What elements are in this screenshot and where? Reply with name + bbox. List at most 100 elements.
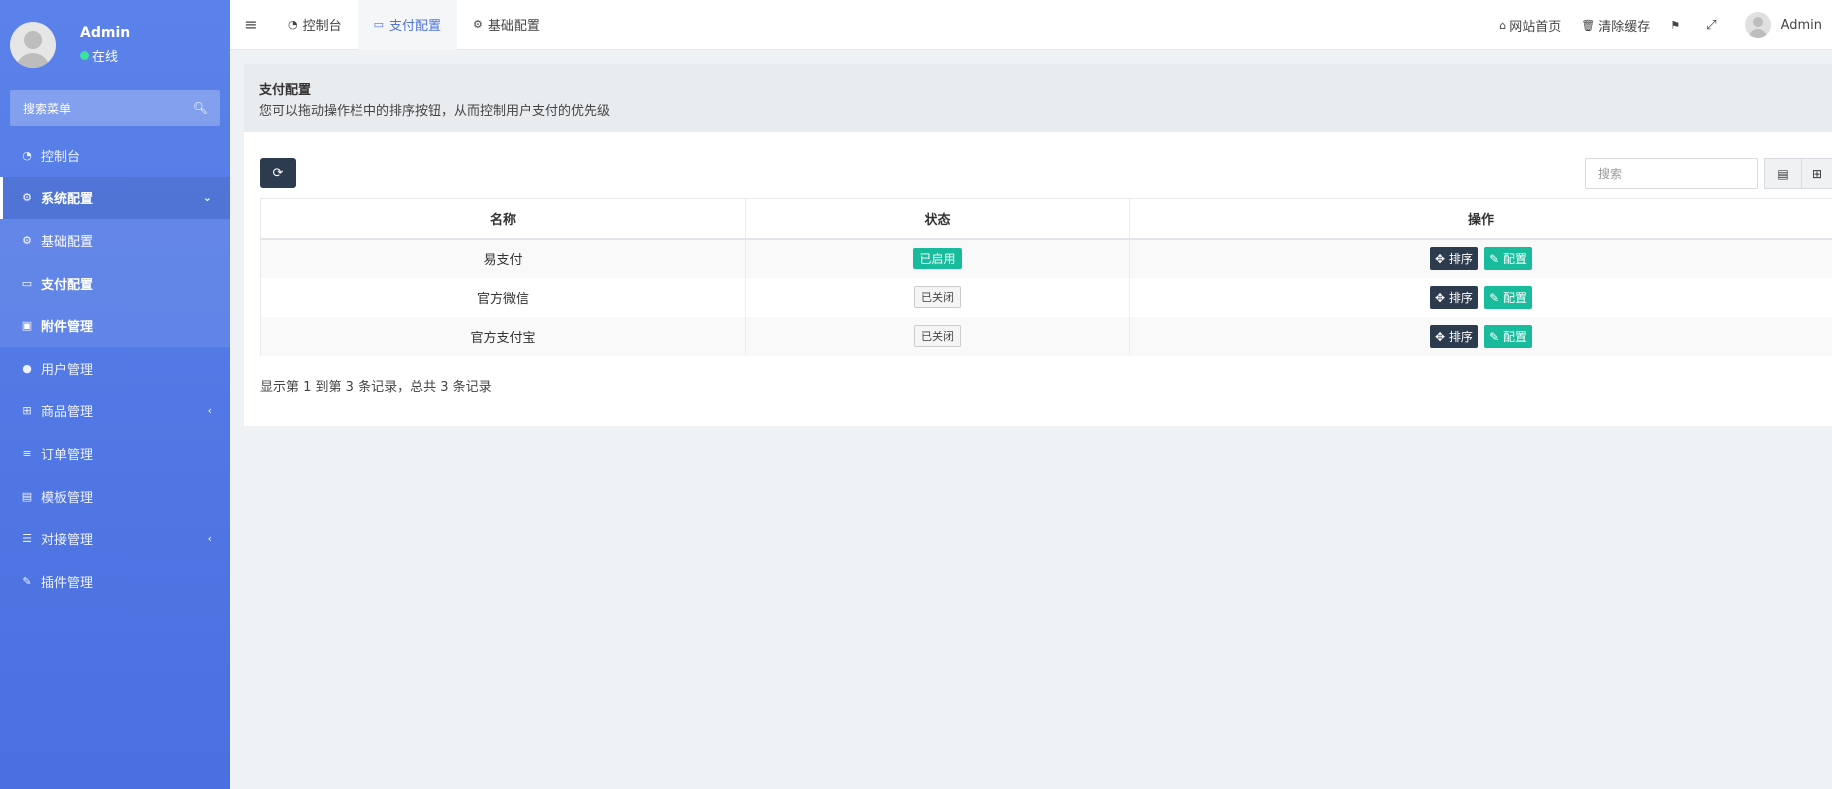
cart-icon: ⊞ — [22, 404, 32, 418]
credit-card-icon: ▭ — [21, 276, 33, 290]
sidebar-toggle-icon[interactable]: ≡ — [230, 15, 272, 34]
sidebar-item-plugins[interactable]: ✎ 插件管理 — [0, 560, 230, 603]
sort-button[interactable]: ✥ 排序 — [1430, 324, 1478, 348]
chevron-down-icon: ⌄ — [202, 191, 212, 205]
pagination-info: 显示第 1 到第 3 条记录，总共 3 条记录 — [260, 380, 492, 395]
user-name: Admin — [80, 25, 131, 41]
pencil-icon: ✎ — [1489, 329, 1500, 344]
sidebar-item-templates[interactable]: ▤ 模板管理 — [0, 475, 230, 518]
move-icon: ✥ — [1435, 252, 1446, 266]
sort-button[interactable]: ✥ 排序 — [1430, 285, 1478, 309]
sidebar-item-label: 附件管理 — [41, 320, 94, 336]
tab-payment-config[interactable]: ▭ 支付配置 — [357, 0, 458, 50]
sidebar-item-orders[interactable]: ≡ 订单管理 — [0, 432, 230, 475]
table-header-row: 名称 状态 操作 — [260, 198, 1832, 240]
sidebar-item-label: 基础配置 — [41, 234, 94, 250]
status-badge[interactable]: 已关闭 — [914, 325, 961, 347]
table-search-placeholder: 搜索 — [1598, 167, 1623, 181]
table-search-input[interactable]: 搜索 — [1585, 158, 1758, 189]
status-badge[interactable]: 已关闭 — [914, 286, 961, 308]
sidebar-item-label: 对接管理 — [41, 533, 94, 549]
tab-label: 控制台 — [302, 19, 342, 34]
move-icon: ✥ — [1435, 329, 1446, 344]
table-row: 官方微信 已关闭 ✥ 排序 ✎ 配置 — [260, 277, 1832, 317]
home-icon: ⌂ — [1499, 18, 1507, 32]
config-button[interactable]: ✎ 配置 — [1484, 285, 1532, 309]
user-menu[interactable]: Admin — [1733, 12, 1832, 38]
refresh-button[interactable]: ⟳ — [260, 158, 296, 188]
sidebar-item-label: 用户管理 — [41, 362, 94, 378]
site-home-link[interactable]: ⌂ 网站首页 — [1489, 16, 1571, 35]
dashboard-icon: ◔ — [22, 148, 32, 162]
tab-label: 基础配置 — [487, 19, 540, 34]
sidebar-item-label: 支付配置 — [41, 277, 94, 293]
content-header: 支付配置 您可以拖动操作栏中的排序按钮，从而控制用户支付的优先级 — [244, 64, 1832, 132]
sidebar-item-label: 插件管理 — [41, 575, 94, 591]
table-row: 易支付 已启用 ✥ 排序 ✎ 配置 — [260, 238, 1832, 278]
submenu-system-config: ⚙ 基础配置 ▭ 支付配置 ▣ 附件管理 — [0, 219, 230, 347]
columns-button[interactable]: ⊞ — [1801, 158, 1832, 189]
page-description: 您可以拖动操作栏中的排序按钮，从而控制用户支付的优先级 — [259, 104, 611, 119]
user-status: 在线 — [80, 46, 130, 65]
tab-basic-config[interactable]: ⚙ 基础配置 — [457, 0, 556, 50]
top-right-nav: ⌂ 网站首页 🗑︎ 清除缓存 ⚑ ⤢ Admin — [1489, 0, 1832, 50]
chevron-left-icon: ‹ — [207, 404, 212, 418]
config-label: 配置 — [1502, 252, 1527, 266]
list-icon: ≡ — [22, 446, 32, 460]
sidebar-item-integrations[interactable]: ☰ 对接管理 ‹ — [0, 517, 230, 560]
column-header-name[interactable]: 名称 — [260, 198, 746, 240]
config-button[interactable]: ✎ 配置 — [1484, 324, 1532, 348]
user-status-label: 在线 — [92, 50, 119, 65]
sidebar-item-label: 系统配置 — [41, 192, 94, 208]
tab-dashboard[interactable]: ◔ 控制台 — [272, 0, 358, 50]
language-button[interactable]: ⚑ — [1660, 19, 1690, 32]
clear-cache-button[interactable]: 🗑︎ 清除缓存 — [1571, 16, 1660, 35]
site-home-label: 网站首页 — [1509, 19, 1562, 35]
columns-icon: ⊞ — [1811, 166, 1823, 181]
online-dot-icon — [80, 51, 89, 60]
menu-search-input[interactable]: 搜索菜单 🔍︎ — [10, 90, 220, 126]
gear-icon: ⚙ — [473, 18, 483, 31]
tab-label: 支付配置 — [389, 19, 442, 34]
toggle-view-button[interactable]: ▤ — [1764, 158, 1802, 189]
sidebar-item-system-config[interactable]: ⚙ 系统配置 ⌄ — [0, 176, 230, 220]
top-navbar: ≡ ◔ 控制台 ▭ 支付配置 ⚙ 基础配置 ⌂ 网站首页 🗑︎ 清除缓存 ⚑ ⤢… — [230, 0, 1832, 50]
sidebar-item-payment-config[interactable]: ▭ 支付配置 — [0, 262, 230, 305]
sidebar-item-users[interactable]: ● 用户管理 — [0, 347, 230, 390]
row-name: 官方微信 — [260, 277, 746, 317]
sort-label: 排序 — [1448, 290, 1473, 305]
sidebar-menu: ◔ 控制台 ⚙ 系统配置 ⌄ ⚙ 基础配置 ▭ 支付配置 ▣ 附件管理 ● 用户… — [0, 134, 230, 603]
language-icon: ⚑ — [1670, 18, 1681, 32]
sidebar-item-dashboard[interactable]: ◔ 控制台 — [0, 134, 230, 177]
sidebar-item-products[interactable]: ⊞ 商品管理 ‹ — [0, 390, 230, 433]
user-info: Admin 在线 — [80, 25, 130, 65]
chevron-left-icon: ‹ — [207, 532, 212, 546]
sidebar-item-basic-config[interactable]: ⚙ 基础配置 — [0, 219, 230, 262]
sidebar: Admin 在线 搜索菜单 🔍︎ ◔ 控制台 ⚙ 系统配置 ⌄ ⚙ 基础配置 ▭ — [0, 0, 230, 789]
move-icon: ✥ — [1435, 290, 1446, 305]
sidebar-item-attachments[interactable]: ▣ 附件管理 — [0, 304, 230, 347]
user-panel: Admin 在线 — [0, 0, 230, 90]
column-header-status[interactable]: 状态 — [745, 198, 1130, 240]
search-icon[interactable]: 🔍︎ — [193, 101, 208, 115]
status-badge[interactable]: 已启用 — [913, 248, 962, 269]
pencil-icon: ✎ — [1489, 252, 1500, 266]
sort-button[interactable]: ✥ 排序 — [1430, 247, 1478, 270]
user-icon: ● — [22, 361, 32, 375]
clear-cache-label: 清除缓存 — [1598, 19, 1651, 35]
fullscreen-button[interactable]: ⤢ — [1690, 18, 1732, 33]
sidebar-item-label: 商品管理 — [41, 405, 94, 421]
payment-table: 名称 状态 操作 易支付 已启用 ✥ 排序 ✎ 配置 官方微信 已关闭 ✥ 排序… — [260, 198, 1832, 356]
avatar[interactable] — [10, 22, 56, 68]
column-header-actions[interactable]: 操作 — [1129, 198, 1832, 240]
plug-icon: ✎ — [22, 574, 32, 588]
user-menu-name: Admin — [1780, 17, 1822, 33]
gear-icon: ⚙ — [22, 191, 32, 205]
row-name: 易支付 — [260, 238, 746, 278]
refresh-icon: ⟳ — [272, 165, 284, 181]
avatar — [1744, 12, 1771, 38]
trash-icon: 🗑︎ — [1581, 18, 1596, 32]
sidebar-item-label: 模板管理 — [41, 490, 94, 506]
pencil-icon: ✎ — [1489, 290, 1500, 305]
config-button[interactable]: ✎ 配置 — [1484, 247, 1532, 270]
